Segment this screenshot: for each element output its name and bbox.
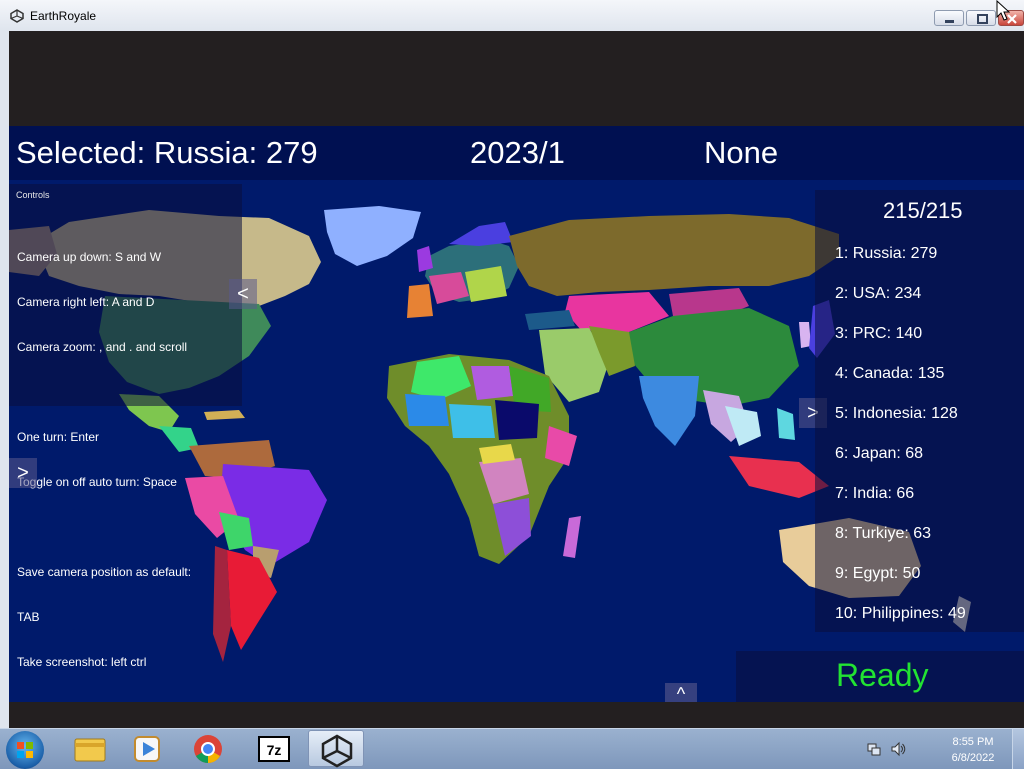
clock-date: 6/8/2022 xyxy=(951,752,995,764)
controls-line: Save camera position as default: xyxy=(17,565,192,579)
window-titlebar[interactable]: EarthRoyale xyxy=(0,0,1024,32)
expand-bottom-button[interactable]: ^ xyxy=(665,683,697,702)
controls-line: Take screenshot: left ctrl xyxy=(17,655,147,669)
volume-icon[interactable] xyxy=(890,741,906,757)
letterbox-bottom xyxy=(9,702,1024,728)
unity-icon xyxy=(10,9,24,23)
window-frame xyxy=(0,31,9,728)
selected-country-label: Selected: Russia: 279 xyxy=(16,135,318,170)
taskbar-media-player[interactable] xyxy=(120,730,176,767)
ranking-item[interactable]: 9: Egypt: 50 xyxy=(835,564,966,604)
ranking-item[interactable]: 5: Indonesia: 128 xyxy=(835,404,966,444)
controls-line xyxy=(17,520,191,535)
controls-line: One turn: Enter xyxy=(17,430,100,444)
media-player-icon xyxy=(134,736,160,762)
controls-line xyxy=(17,385,191,400)
taskbar-unity[interactable] xyxy=(308,730,364,768)
taskbar: 7z 8:55 PM 6/8/2022 xyxy=(0,728,1024,769)
controls-line: TAB xyxy=(17,610,40,624)
ready-label: Ready xyxy=(836,657,929,693)
ranking-item[interactable]: 2: USA: 234 xyxy=(835,284,966,324)
controls-help-text: Camera up down: S and W Camera right lef… xyxy=(17,220,191,700)
minimize-icon xyxy=(945,20,954,23)
show-desktop-button[interactable] xyxy=(1012,729,1024,769)
chrome-icon xyxy=(194,735,222,763)
collapse-controls-button[interactable]: < xyxy=(229,279,257,309)
ranking-item[interactable]: 6: Japan: 68 xyxy=(835,444,966,484)
controls-line: Camera up down: S and W xyxy=(17,250,162,264)
controls-line: Camera zoom: , and . and scroll xyxy=(17,340,188,354)
ranking-item[interactable]: 4: Canada: 135 xyxy=(835,364,966,404)
taskbar-7zip[interactable]: 7z xyxy=(246,730,302,767)
controls-line: Toggle on off auto turn: Space xyxy=(17,475,177,489)
status-label: None xyxy=(704,135,779,170)
7zip-icon: 7z xyxy=(258,736,290,762)
ready-panel[interactable]: Ready xyxy=(736,651,1024,702)
network-icon[interactable] xyxy=(866,741,882,757)
ranking-item[interactable]: 10: Philippines: 49 xyxy=(835,604,966,644)
start-button[interactable] xyxy=(6,731,44,769)
file-explorer-icon xyxy=(74,738,106,762)
hud-topbar: Selected: Russia: 279 2023/1 None xyxy=(9,126,1024,180)
svg-text:7z: 7z xyxy=(267,742,282,758)
ranking-item[interactable]: 7: India: 66 xyxy=(835,484,966,524)
taskbar-chrome[interactable] xyxy=(180,730,236,767)
restore-button[interactable] xyxy=(966,10,996,26)
letterbox-top xyxy=(9,31,1024,126)
ranking-item[interactable]: 3: PRC: 140 xyxy=(835,324,966,364)
mouse-cursor-icon xyxy=(996,0,1010,21)
windows-logo-icon xyxy=(17,742,33,758)
clock-time: 8:55 PM xyxy=(952,736,994,748)
date-label: 2023/1 xyxy=(470,135,565,170)
restore-icon xyxy=(977,14,988,24)
controls-panel: Controls Camera up down: S and W Camera … xyxy=(9,184,242,669)
minimize-button[interactable] xyxy=(934,10,964,26)
controls-title: Controls xyxy=(16,190,50,200)
ranking-item[interactable]: 1: Russia: 279 xyxy=(835,244,966,284)
unity-icon xyxy=(321,734,353,768)
ranking-panel: 215/215 1: Russia: 279 2: USA: 234 3: PR… xyxy=(815,190,1024,632)
expand-left-button[interactable]: > xyxy=(9,458,37,488)
window-title: EarthRoyale xyxy=(30,9,97,23)
country-count: 215/215 xyxy=(883,198,963,223)
ranking-list: 1: Russia: 279 2: USA: 234 3: PRC: 140 4… xyxy=(835,244,966,644)
taskbar-file-explorer[interactable] xyxy=(62,730,118,767)
ranking-item[interactable]: 8: Turkiye: 63 xyxy=(835,524,966,564)
controls-line: Camera right left: A and D xyxy=(17,295,155,309)
game-viewport[interactable]: Selected: Russia: 279 2023/1 None Contro… xyxy=(9,126,1024,702)
system-clock[interactable]: 8:55 PM 6/8/2022 xyxy=(938,734,1008,766)
